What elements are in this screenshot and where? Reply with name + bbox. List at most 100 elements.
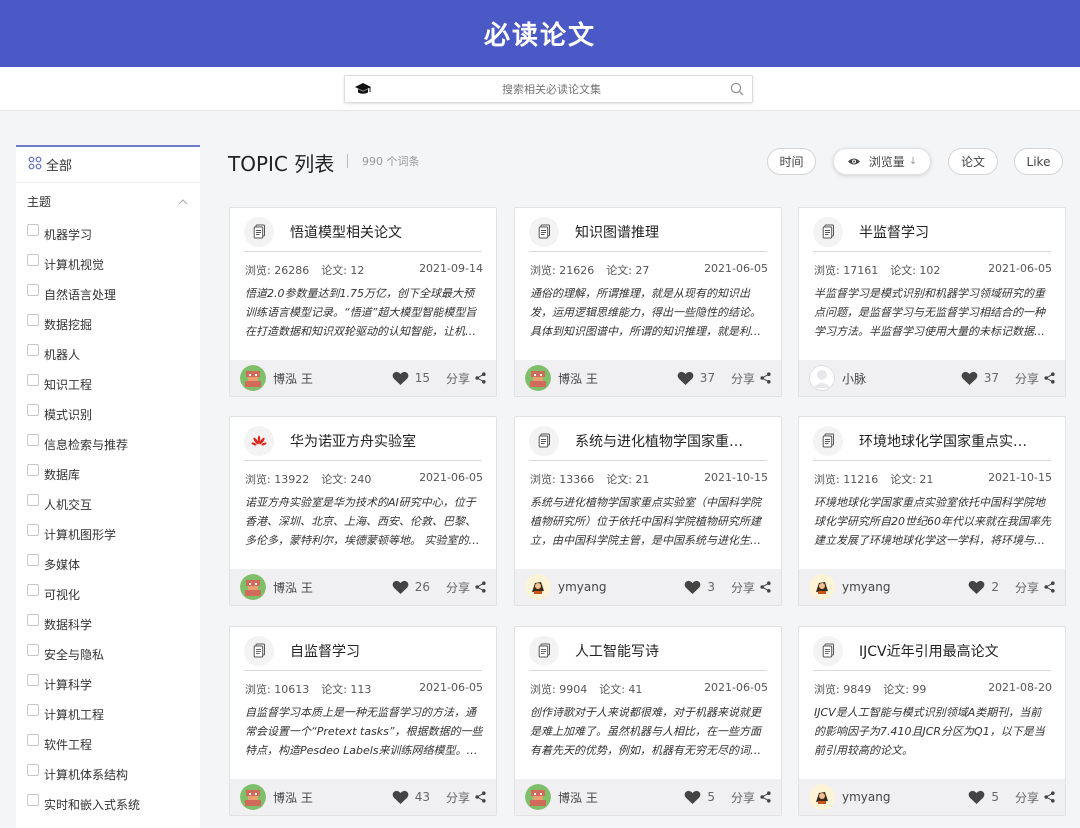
sidebar-topic-item[interactable]: 机器学习	[27, 219, 200, 249]
share-button[interactable]: 分享	[731, 789, 771, 806]
card-author[interactable]: ymyang	[842, 580, 890, 594]
checkbox[interactable]	[27, 374, 39, 386]
card-title[interactable]: 人工智能写诗	[575, 641, 659, 661]
checkbox[interactable]	[27, 344, 39, 356]
checkbox[interactable]	[27, 434, 39, 446]
like-button[interactable]: 5	[968, 790, 999, 805]
checkbox[interactable]	[27, 284, 39, 296]
sidebar-topic-item[interactable]: 信息检索与推荐	[27, 429, 200, 459]
sidebar-topic-item[interactable]: 知识工程	[27, 369, 200, 399]
topic-card[interactable]: 悟道模型相关论文 浏览: 26286 论文: 12 2021-09-14 悟道2.0参数…	[229, 207, 497, 397]
card-author[interactable]: 博泓 王	[273, 789, 313, 806]
avatar[interactable]	[525, 784, 551, 810]
card-title[interactable]: 系统与进化植物学国家重点实验室	[575, 431, 755, 451]
avatar[interactable]	[809, 784, 835, 810]
like-button[interactable]: 37	[961, 371, 999, 386]
card-author[interactable]: 博泓 王	[273, 370, 313, 387]
avatar[interactable]	[809, 365, 835, 391]
like-button[interactable]: 2	[968, 580, 999, 595]
search-input[interactable]	[381, 82, 722, 96]
card-title[interactable]: 半监督学习	[859, 222, 929, 242]
sort-like-button[interactable]: Like	[1014, 148, 1063, 175]
checkbox[interactable]	[27, 794, 39, 806]
sidebar-topic-item[interactable]: 数据科学	[27, 609, 200, 639]
share-button[interactable]: 分享	[1015, 789, 1055, 806]
sort-papers-button[interactable]: 论文	[948, 148, 998, 175]
share-button[interactable]: 分享	[731, 579, 771, 596]
card-author[interactable]: ymyang	[558, 580, 606, 594]
checkbox[interactable]	[27, 224, 39, 236]
avatar[interactable]	[240, 574, 266, 600]
checkbox[interactable]	[27, 764, 39, 776]
card-author[interactable]: 小脉	[842, 370, 866, 387]
topic-card[interactable]: 知识图谱推理 浏览: 21626 论文: 27 2021-06-05 通俗的理解，所谓推…	[514, 207, 782, 397]
card-author[interactable]: 博泓 王	[558, 370, 598, 387]
checkbox[interactable]	[27, 524, 39, 536]
like-button[interactable]: 3	[684, 580, 715, 595]
sort-time-button[interactable]: 时间	[767, 148, 816, 175]
share-button[interactable]: 分享	[1015, 370, 1055, 387]
share-button[interactable]: 分享	[731, 370, 771, 387]
card-title[interactable]: IJCV近年引用最高论文	[859, 641, 999, 661]
sidebar-topic-item[interactable]: 计算机工程	[27, 699, 200, 729]
card-author[interactable]: ymyang	[842, 790, 890, 804]
card-title[interactable]: 华为诺亚方舟实验室	[290, 431, 416, 451]
avatar[interactable]	[809, 574, 835, 600]
checkbox[interactable]	[27, 554, 39, 566]
search-icon[interactable]	[722, 82, 752, 96]
card-title[interactable]: 环境地球化学国家重点实验室	[859, 431, 1039, 451]
checkbox[interactable]	[27, 314, 39, 326]
avatar[interactable]	[240, 784, 266, 810]
like-button[interactable]: 15	[392, 371, 430, 386]
sidebar-topic-item[interactable]: 实时和嵌入式系统	[27, 789, 200, 819]
checkbox[interactable]	[27, 614, 39, 626]
card-author[interactable]: 博泓 王	[273, 579, 313, 596]
topic-card[interactable]: 系统与进化植物学国家重点实验室浏览: 13366 论文: 21 2021-10-15…	[514, 416, 782, 606]
sidebar-topic-item[interactable]: 数据挖掘	[27, 309, 200, 339]
like-button[interactable]: 5	[684, 790, 715, 805]
checkbox[interactable]	[27, 644, 39, 656]
card-title[interactable]: 悟道模型相关论文	[290, 222, 402, 242]
avatar[interactable]	[525, 574, 551, 600]
checkbox[interactable]	[27, 254, 39, 266]
share-button[interactable]: 分享	[1015, 579, 1055, 596]
checkbox[interactable]	[27, 734, 39, 746]
topic-card[interactable]: IJCV近年引用最高论文 浏览: 9849 论文: 99 2021-08-20 IJCV…	[798, 626, 1066, 816]
sidebar-topic-item[interactable]: 多媒体	[27, 549, 200, 579]
topic-card[interactable]: 半监督学习 浏览: 17161 论文: 102 2021-06-05 半监督学习是模式识…	[798, 207, 1066, 397]
avatar[interactable]	[525, 365, 551, 391]
sidebar-topic-item[interactable]: 机器人	[27, 339, 200, 369]
sidebar-topic-item[interactable]: 软件工程	[27, 729, 200, 759]
topic-card[interactable]: 华为诺亚方舟实验室 浏览: 13922 论文: 240 2021-06-05 诺亚方舟实…	[229, 416, 497, 606]
sidebar-topic-item[interactable]: 模式识别	[27, 399, 200, 429]
sidebar-topic-item[interactable]: 计算机视觉	[27, 249, 200, 279]
search-box[interactable]	[344, 75, 753, 103]
share-button[interactable]: 分享	[446, 370, 486, 387]
checkbox[interactable]	[27, 674, 39, 686]
sidebar-topic-item[interactable]: 计算机图形学	[27, 519, 200, 549]
sidebar-topic-item[interactable]: 安全与隐私	[27, 639, 200, 669]
sidebar-all[interactable]: 全部	[16, 145, 200, 183]
like-button[interactable]: 37	[677, 371, 715, 386]
sidebar-section-header[interactable]: 主题	[16, 183, 200, 219]
card-title[interactable]: 知识图谱推理	[575, 222, 659, 242]
share-button[interactable]: 分享	[446, 789, 486, 806]
avatar[interactable]	[240, 365, 266, 391]
checkbox[interactable]	[27, 404, 39, 416]
sidebar-topic-item[interactable]: 计算机体系结构	[27, 759, 200, 789]
sidebar-topic-item[interactable]: 数据库	[27, 459, 200, 489]
share-button[interactable]: 分享	[446, 579, 486, 596]
card-author[interactable]: 博泓 王	[558, 789, 598, 806]
checkbox[interactable]	[27, 464, 39, 476]
topic-card[interactable]: 自监督学习 浏览: 10613 论文: 113 2021-06-05 自监督学习本质上是…	[229, 626, 497, 816]
like-button[interactable]: 26	[392, 580, 430, 595]
checkbox[interactable]	[27, 584, 39, 596]
checkbox[interactable]	[27, 704, 39, 716]
checkbox[interactable]	[27, 494, 39, 506]
sidebar-topic-item[interactable]: 自然语言处理	[27, 279, 200, 309]
chevron-up-icon[interactable]	[178, 194, 188, 208]
sort-views-button[interactable]: 浏览量 ↓	[833, 148, 931, 175]
topic-card[interactable]: 环境地球化学国家重点实验室 浏览: 11216 论文: 21 2021-10-15 环境…	[798, 416, 1066, 606]
like-button[interactable]: 43	[392, 790, 430, 805]
topic-card[interactable]: 人工智能写诗 浏览: 9904 论文: 41 2021-06-05 创作诗歌对于人来说都…	[514, 626, 782, 816]
